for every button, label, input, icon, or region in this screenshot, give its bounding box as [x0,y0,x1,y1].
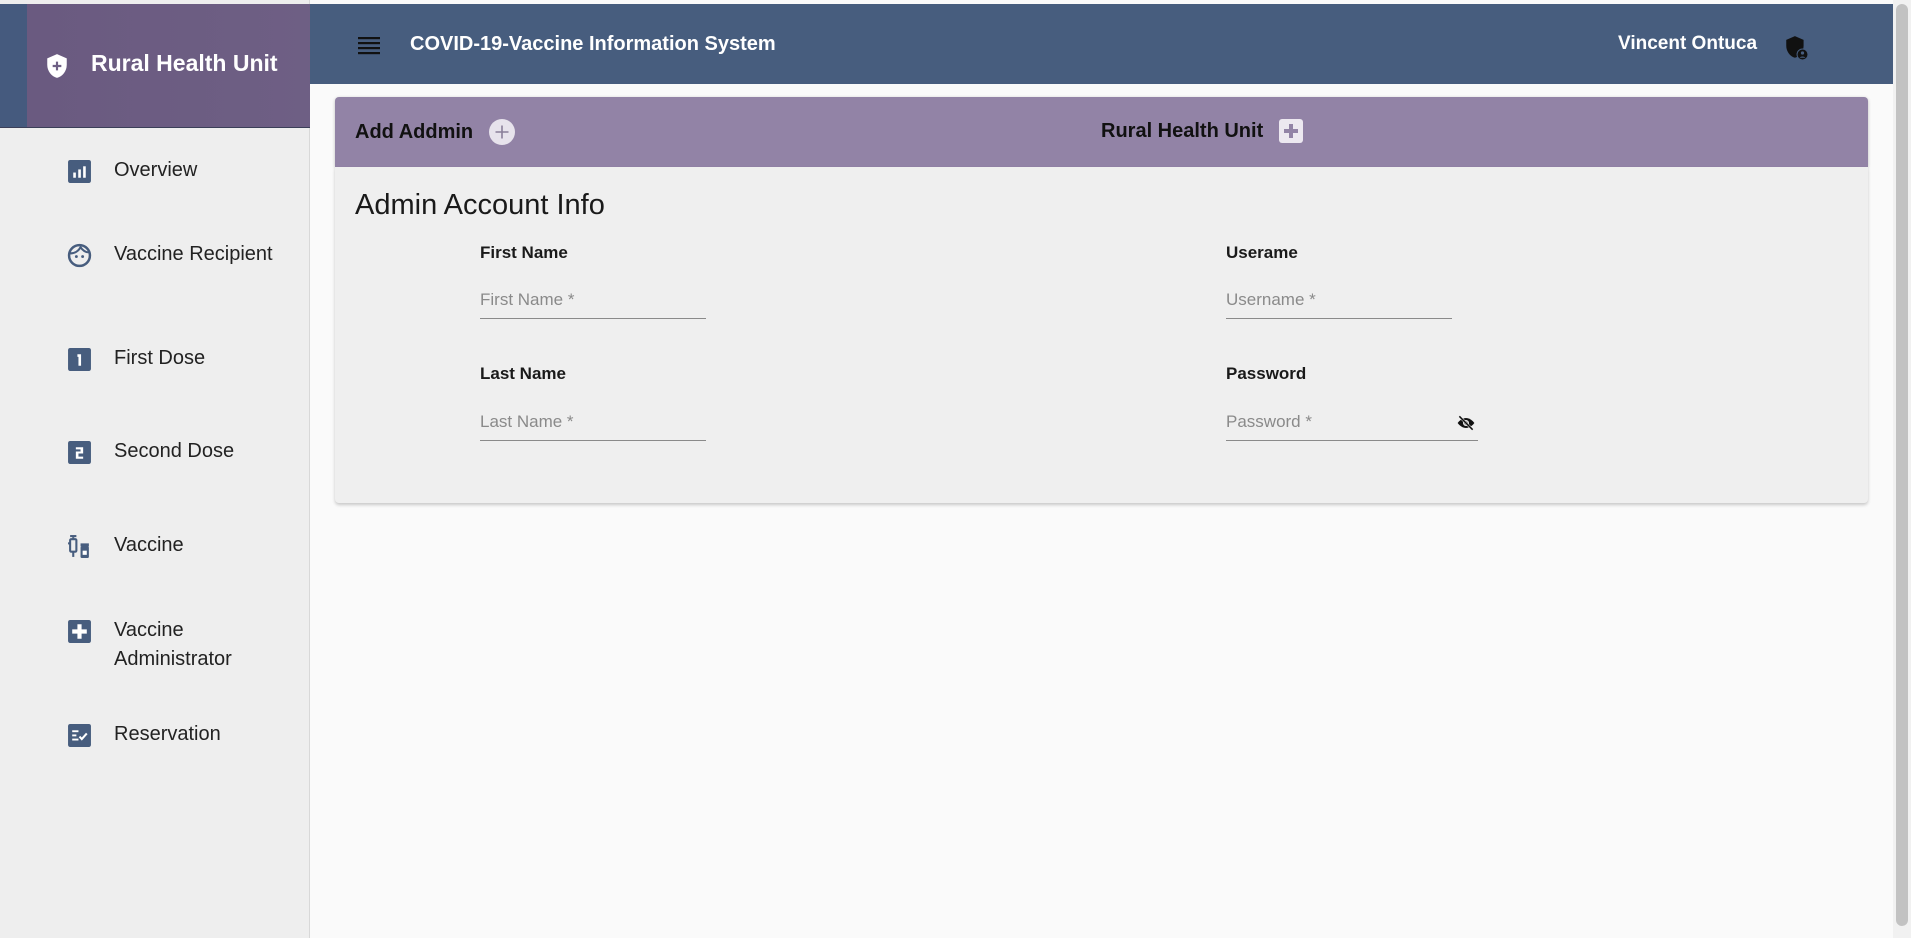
face-icon [67,243,92,268]
first-name-label: First Name [480,243,568,262]
app-title: COVID-19-Vaccine Information System [410,33,776,55]
admin-account-form: Admin Account Info First Name Last Name … [335,167,1868,503]
username-input[interactable] [1226,283,1452,317]
brand-title: Rural Health Unit [91,50,278,76]
scrollbar[interactable] [1893,0,1911,938]
rural-health-unit-label: Rural Health Unit [1101,119,1264,142]
scrollbar-thumb[interactable] [1896,4,1908,926]
sidebar-item-label: Reservation [114,723,221,745]
sidebar-brand: Rural Health Unit [0,4,310,128]
username-label: Userame [1226,243,1298,262]
checklist-box-icon [68,724,91,747]
eye-off-icon[interactable] [1456,414,1476,432]
shield-plus-icon [47,54,67,78]
numeric-1-box-icon [68,348,91,371]
first-name-field [480,283,706,319]
last-name-field [480,405,706,441]
sidebar-item-label: First Dose [114,347,206,369]
password-label: Password [1226,364,1307,383]
numeric-2-box-icon [68,441,91,464]
shield-account-icon[interactable] [1783,34,1809,62]
medical-plus-box-icon [68,620,91,643]
last-name-input[interactable] [480,405,706,439]
password-input[interactable] [1226,405,1436,439]
card-title: Admin Account Info [355,189,605,221]
sidebar: Rural Health Unit Overview Vaccine Recip… [0,0,310,938]
username-field [1226,283,1452,319]
sidebar-item-reservation[interactable]: Reservation [0,720,310,760]
first-name-input[interactable] [480,283,706,317]
menu-icon[interactable] [358,36,380,56]
medical-plus-icon[interactable] [1279,119,1304,143]
sidebar-item-first-dose[interactable]: First Dose [0,344,310,384]
sidebar-item-label: Vaccine Recipient [114,243,273,265]
top-bar: COVID-19-Vaccine Information System Vinc… [310,4,1893,84]
sidebar-item-vaccine-recipient[interactable]: Vaccine Recipient [0,240,310,300]
add-admin-label: Add Addmin [355,120,474,143]
sidebar-item-overview[interactable]: Overview [0,156,310,196]
sidebar-item-label: Vaccine [114,534,184,556]
chart-box-icon [68,160,91,183]
password-field [1226,405,1478,441]
user-name[interactable]: Vincent Ontuca [1618,33,1757,55]
add-admin-header: Add Addmin [355,119,516,145]
sidebar-item-vaccine-administrator[interactable]: Vaccine Administrator [0,616,310,676]
sidebar-item-label: Vaccine Administrator [114,619,232,670]
card-header: Add Addmin Rural Health Unit [335,97,1868,167]
rural-health-unit-header: Rural Health Unit [1101,119,1304,143]
sidebar-item-vaccine[interactable]: Vaccine [0,531,310,571]
last-name-label: Last Name [480,364,566,383]
sidebar-item-label: Overview [114,159,198,181]
sidebar-item-second-dose[interactable]: Second Dose [0,437,310,477]
vaccine-vials-icon [68,535,89,558]
sidebar-item-label: Second Dose [114,440,235,462]
add-circle-icon[interactable] [489,119,516,145]
